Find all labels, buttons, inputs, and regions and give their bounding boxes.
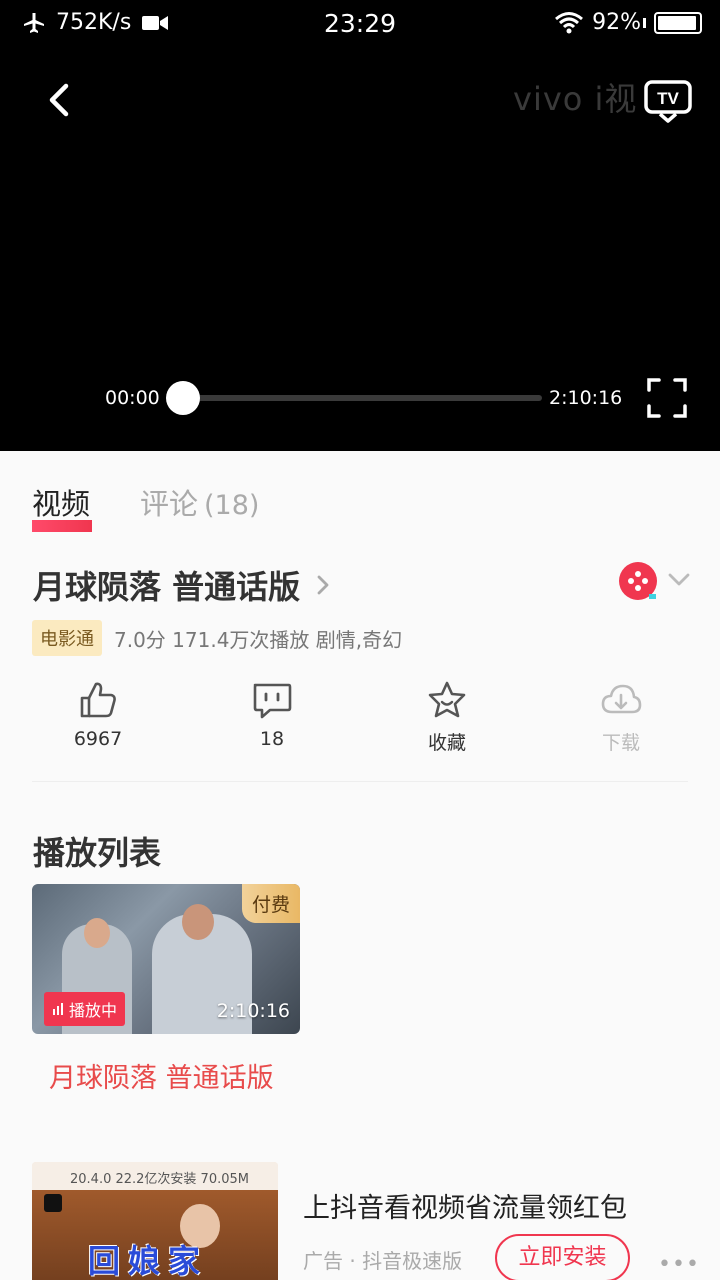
comment-button[interactable]: 18 — [212, 678, 332, 750]
like-count: 6967 — [73, 728, 123, 750]
progress-track[interactable] — [182, 395, 542, 401]
ad-source: 广告 · 抖音极速版 — [303, 1249, 463, 1273]
movie-pass-badge: 电影通 — [32, 620, 102, 656]
wifi-icon — [555, 11, 584, 33]
ad-thumb-text: 回娘家 — [88, 1242, 209, 1280]
comment-count: 18 — [259, 728, 285, 750]
video-meta-text: 7.0分 171.4万次播放 剧情,奇幻 — [114, 627, 403, 652]
install-button[interactable]: 立即安装 — [495, 1234, 630, 1280]
back-button[interactable] — [36, 72, 84, 128]
current-time: 00:00 — [105, 387, 160, 409]
paid-tag: 付费 — [241, 884, 300, 923]
favorite-label: 收藏 — [427, 732, 466, 754]
battery-percent: 92% — [592, 10, 641, 35]
battery-icon — [654, 11, 702, 34]
tab-comments-label: 评论 — [140, 487, 199, 521]
video-meta: 电影通 7.0分 171.4万次播放 剧情,奇幻 — [32, 620, 402, 656]
equalizer-icon — [53, 1003, 63, 1015]
tab-video[interactable]: 视频 — [32, 481, 90, 523]
tab-comments[interactable]: 评论 (18) — [140, 481, 259, 523]
action-bar: 6967 18 收藏 下载 — [0, 678, 720, 768]
tab-active-indicator — [32, 520, 92, 532]
playlist-item-title[interactable]: 月球陨落 普通话版 — [49, 1056, 274, 1095]
playlist-item-thumbnail[interactable]: 付费 播放中 2:10:16 — [32, 884, 300, 1034]
progress-thumb[interactable] — [166, 381, 200, 415]
now-playing-label: 播放中 — [69, 1001, 118, 1020]
fullscreen-icon[interactable] — [646, 377, 688, 419]
chevron-down-icon[interactable] — [666, 570, 692, 590]
item-duration: 2:10:16 — [216, 1000, 290, 1022]
content-tabs: 视频 评论 (18) — [0, 451, 720, 541]
like-button[interactable]: 6967 — [38, 678, 158, 750]
status-bar: 752K/s 23:29 92% — [0, 0, 720, 48]
download-button[interactable]: 下载 — [561, 678, 681, 755]
thumbs-up-icon — [80, 682, 116, 718]
video-player[interactable]: 752K/s 23:29 92% vivo i视 TV 00:00 2:10:1… — [0, 0, 720, 451]
watermark: vivo i视 — [513, 80, 638, 118]
tab-comments-count: (18) — [204, 490, 260, 521]
tiktok-icon — [44, 1194, 62, 1212]
video-title: 月球陨落 普通话版 — [33, 568, 301, 606]
film-reel-icon — [628, 571, 656, 599]
comment-icon — [253, 683, 292, 719]
channel-logo-icon[interactable] — [619, 562, 657, 600]
divider — [32, 781, 688, 782]
cloud-download-icon — [601, 684, 642, 714]
now-playing-badge: 播放中 — [44, 992, 126, 1026]
chevron-right-icon — [317, 575, 329, 595]
ad-title[interactable]: 上抖音看视频省流量领红包 — [303, 1186, 627, 1225]
ad-thumbnail[interactable]: 20.4.0 22.2亿次安装 70.05M 回娘家 — [32, 1162, 278, 1280]
ad-thumb-stats: 20.4.0 22.2亿次安装 70.05M — [32, 1162, 278, 1190]
more-options-icon[interactable]: ••• — [658, 1252, 700, 1277]
star-icon — [428, 681, 466, 718]
video-title-link[interactable]: 月球陨落 普通话版 — [33, 562, 334, 608]
total-time: 2:10:16 — [549, 387, 623, 409]
download-label: 下载 — [601, 732, 640, 754]
svg-text:TV: TV — [657, 89, 679, 108]
playlist-heading: 播放列表 — [33, 834, 162, 872]
favorite-button[interactable]: 收藏 — [387, 678, 507, 755]
cast-tv-icon[interactable]: TV — [643, 78, 693, 124]
